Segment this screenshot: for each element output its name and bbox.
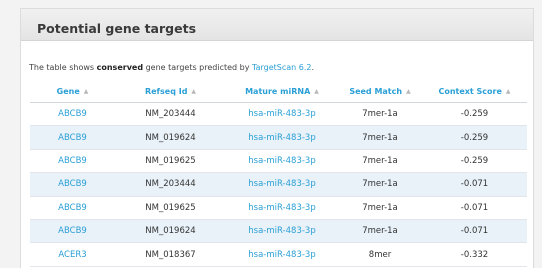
- context-score-cell: -0.071: [422, 196, 527, 220]
- refseq-id-cell: NM_018367: [115, 242, 226, 267]
- table-row: ABCB9 NM_203444 hsa-miR-483-3p 7mer-1a -…: [30, 102, 527, 127]
- mirna-link[interactable]: hsa-miR-483-3p: [226, 102, 338, 127]
- sort-arrow-icon: ▲: [191, 87, 197, 95]
- seed-match-cell: 7mer-1a: [338, 172, 422, 197]
- gene-link[interactable]: ABCB9: [30, 125, 115, 150]
- context-score-cell: -0.332: [422, 242, 527, 267]
- refseq-id-cell: NM_019624: [115, 219, 226, 244]
- table-row: ABCB9 NM_019625 hsa-miR-483-3p 7mer-1a -…: [30, 196, 527, 220]
- sort-arrow-icon: ▲: [314, 87, 319, 95]
- mirna-link[interactable]: hsa-miR-483-3p: [226, 149, 338, 174]
- seed-match-cell: 7mer-1a: [338, 125, 422, 150]
- panel-title: Potential gene targets: [37, 21, 197, 36]
- refseq-id-cell: NM_203444: [115, 102, 226, 127]
- table-row: ACER3 NM_018367 hsa-miR-483-3p 8mer -0.3…: [30, 242, 527, 267]
- mirna-link[interactable]: hsa-miR-483-3p: [226, 125, 338, 150]
- targetscan-link[interactable]: TargetScan 6.2: [252, 63, 311, 72]
- gene-link[interactable]: ABCB9: [30, 149, 115, 174]
- table-row: ABCB9 NM_019625 hsa-miR-483-3p 7mer-1a -…: [30, 149, 527, 174]
- panel-header: Potential gene targets: [21, 9, 533, 41]
- table-row: ABCB9 NM_203444 hsa-miR-483-3p 7mer-1a -…: [30, 172, 527, 197]
- intro-middle: gene targets predicted by: [143, 63, 253, 72]
- column-header-context-score[interactable]: Context Score ▲: [422, 80, 527, 103]
- seed-match-cell: 7mer-1a: [338, 149, 422, 174]
- gene-link[interactable]: ACER3: [30, 242, 115, 267]
- seed-match-cell: 8mer: [338, 242, 422, 267]
- intro-bold: conserved: [96, 63, 144, 72]
- seed-match-cell: 7mer-1a: [338, 219, 422, 244]
- refseq-id-cell: NM_019624: [115, 125, 226, 150]
- column-header-seed-match[interactable]: Seed Match ▲: [338, 80, 422, 103]
- gene-link[interactable]: ABCB9: [30, 172, 115, 197]
- column-header-refseq-id[interactable]: Refseq Id ▲: [115, 80, 226, 103]
- refseq-id-cell: NM_203444: [115, 172, 226, 197]
- refseq-id-cell: NM_019625: [115, 149, 226, 174]
- column-header-gene[interactable]: Gene ▲: [30, 80, 115, 103]
- column-header-mature-mirna[interactable]: Mature miRNA ▲: [226, 80, 338, 103]
- sort-arrow-icon: ▲: [406, 87, 411, 95]
- gene-link[interactable]: ABCB9: [30, 102, 115, 127]
- intro-suffix: .: [311, 63, 315, 72]
- context-score-cell: -0.259: [422, 102, 527, 127]
- context-score-cell: -0.259: [422, 149, 527, 174]
- context-score-cell: -0.071: [422, 219, 527, 244]
- refseq-id-cell: NM_019625: [115, 196, 226, 220]
- gene-link[interactable]: ABCB9: [30, 196, 115, 220]
- mirna-link[interactable]: hsa-miR-483-3p: [226, 196, 338, 220]
- gene-targets-table: Gene ▲ Refseq Id ▲ Mature miRNA ▲ Seed Matc…: [30, 80, 527, 267]
- table-row: ABCB9 NM_019624 hsa-miR-483-3p 7mer-1a -…: [30, 219, 527, 244]
- intro-text: The table shows conserved gene targets p…: [29, 63, 314, 72]
- mirna-link[interactable]: hsa-miR-483-3p: [226, 172, 338, 197]
- context-score-cell: -0.071: [422, 172, 527, 197]
- sort-arrow-icon: ▲: [83, 87, 89, 95]
- table-header-row: Gene ▲ Refseq Id ▲ Mature miRNA ▲ Seed Matc…: [30, 80, 527, 103]
- context-score-cell: -0.259: [422, 125, 527, 150]
- seed-match-cell: 7mer-1a: [338, 196, 422, 220]
- table-row: ABCB9 NM_019624 hsa-miR-483-3p 7mer-1a -…: [30, 125, 527, 150]
- mirna-link[interactable]: hsa-miR-483-3p: [226, 242, 338, 267]
- intro-prefix: The table shows: [29, 63, 97, 72]
- mirna-link[interactable]: hsa-miR-483-3p: [226, 219, 338, 244]
- sort-arrow-icon: ▲: [505, 87, 511, 95]
- seed-match-cell: 7mer-1a: [338, 102, 422, 127]
- gene-link[interactable]: ABCB9: [30, 219, 115, 244]
